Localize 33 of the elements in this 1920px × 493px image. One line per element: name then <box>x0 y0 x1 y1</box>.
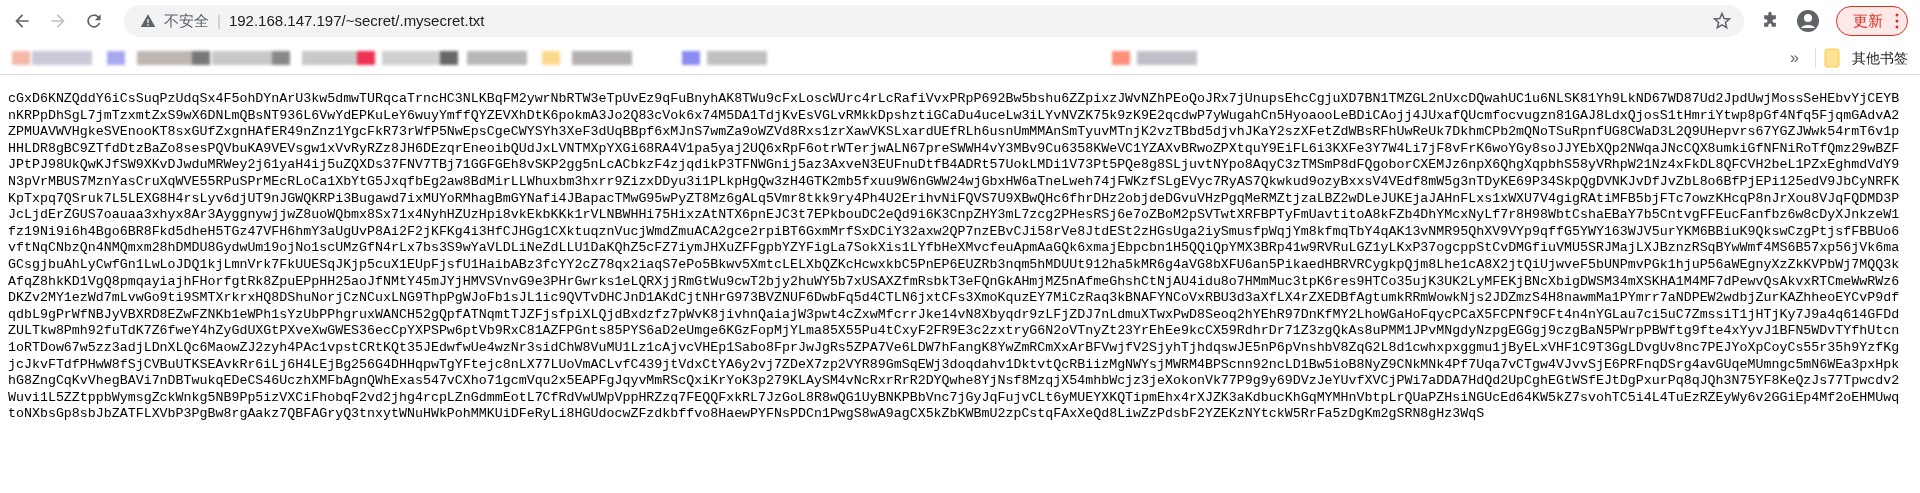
document-line: hG8ZngCqKvVhegBAVi7nDBTwukqEDeCS46UczhXMFbAgnQWhExas547vCXho71gcmVqu2x5EAPFgJqyvMmRScQxiKrYoK3p279KLAySM4vNcRxrRrR2DYQwhe8YjNsf8MzqjX54mhbWcjz3jeXokonVk77P9g9y69DVzJeYUvfXVCjPWi7aDDA7HdQd2UpCghEGtWSfEJtDgPxurPq8qJQh3N75YF8KeQzJs77Tpwcdv2 <box>8 373 1900 390</box>
reload-icon[interactable] <box>84 11 104 31</box>
security-label[interactable]: 不安全 <box>164 9 209 33</box>
document-line: nKRPpDhSgL7jmTzxmtZxS9wX6DNLmQBsNT936L6VwYdEPKuLeY6wuyYmffQYZEVXhDtK6pokmA3Jo2Q83cVok6x74M5DA1TdjKvEsVGLvRMkkDpshztiGCaDu4uceLw3iLYvNVZK75k9zK9E2qcdwP7yWugahCn5HyoaooLeBDiCAojj4JUxafQUcmfocvugzn81GAJ8LdxQjosS1tHmriYtwp8pGf4Nfq5FjqmGAdvA2 <box>8 107 1900 125</box>
document-line: cGxD6KNZQddY6iCsSuqPzUdqSx4F5ohDYnArU3kw5dmwTURqcaTrncHC3NLKBqFM2ywrNbRTW3eTpUvEz9qFuBnyhAK8TWu9cFxLoscWUrc4rLcRafiVvxPRpP692Bw5bshu6ZZpixzJWvNZhPEoQoJRx7jUnupsEhcCgjuXD7BN1TMZGL2nUxcDQwahUC1u6NLSK81Yh9LkND67WD87Ud2JpdUwjMossSeHEbvYjCEYB <box>8 91 1900 108</box>
document-line: HHLDR8gBC9ZTfdDtzBaZo8sesPQVbuKA9VEVsgw1xVvRyRZz8JH6DEzqrEneoibQUdJxLVNTMXpYXGi68RA4V1pa5yaj2UQ6xRpF6otrWTerjwALN67preSWWH4vY3MBv9Cu6358KWeVC1YZAXvBRwoZPXtquY9EiFL6i3KXFe3Y7W4Li7jF8vFrK6woYGy8soJJYEbXQp2NWqaJNcCQX8umkiGfNFNiRoTfQmz29wBZF <box>8 140 1900 158</box>
document-line: N3pVrMBUS7MznYasCruXqWVE55RPuSPrMEcRLoCa1XbYtG5JxqfbEg2aw8BdMirLLWhuxbm3hxrr9ZizxDDyu3i1PLkpHgQw3zH4GTK2mb5fxuu9W6nGWW24wjGbxHW6aTneLweh74jFWKzfSLgEVyc7RyAS7Qkwkud9ozyBxxsV4VEdf8mW5g3nTDyKE69P34SkpQgDVNKJvDfJvZbL8o6BfPjEPi125edV9JbCyNRFK <box>8 173 1900 191</box>
warning-icon <box>140 13 156 29</box>
document-line: jcJkvFTdfPHwW8fSjCVBuUTKSEAvkRr6iLj6H4LEjBg256G4DHHqpwTgYFtejc8nLX77LUoVmACLvfC439jtVdxCtYA6y2vj7ZDeX7zp2VYR89GmSqEWj3doqdahv1DktvtQcRBiizMgNWYsjMWRM4BPScnn92ncLD1Bw5ioB8NyZ9CNkMNk4Pf7Uqa7vCTgw4VJvvSjE6PRFnqDSrg4avGUqeMUmngc5mN6WEa3pxHpk <box>8 356 1900 374</box>
document-line: DKZv2MY1ezWd7mLvwGo9ti9SMTXrkrxHQ8DShuNorjCzNCuxLNG9ThpPgWJoFb1sJL1ic9QVTvDHCJnD1AKdCjtNHrG973BVZNUF6DwbFq5d4CTLN6jxtCFs3XmoKquzEY7MiCzRaq3kBNAFYNCoVxRBU3d3aXfLX4rZXEDBfAgtumkRRmWowkNjs2JDZmzS4H8nawmMa1PYmrr7aNDPEW2wdbjZurKAZhheoEYCvP9df <box>8 290 1900 307</box>
bookmarks-overflow[interactable]: » <box>1782 46 1807 70</box>
star-icon[interactable] <box>1712 11 1732 31</box>
update-button[interactable]: 更新 <box>1836 6 1908 36</box>
document-line: fz19Ni9i6h4Bgo6BR8Fkd5dheH5TGz47VFH6hmY3aUgUvP8Ai2F2jKFKg4i3HfCJHGg1CXktuqznVucjWmdZmuACA2gce2rpiBT6GxmMrfSxDCiY32axw2QP7nzEBvCJi58rVe8JtdESt2zHGsUga2iySmusfpWqjYm8kfmqTbY4qAK13vNMR95QhXV9VYp9qffG5YWY163WJV5urYKM6BBiuK9QkswCzgPtjsfFBBUo6 <box>8 223 1900 241</box>
profile-icon[interactable] <box>1796 9 1820 33</box>
document-line: Wuvi1L5ZZtppbWymsgZckWnkg5NB9Pp5izVXCiFhobqF2vd2jhg4rcpLZnGdmmEotL7CfRdVwUWpVppHRZzq7FEQQFxkRL7JzGoL8R8wQG1UyBNKPBbVnc7jGyJqFujvCLt6yMUEYXKQTipmEhx4rXJZK3aKdbucKhGqMYMHnVbtpLrQUaPZHsiNGUcEd64KW5kZ7svohTC5i4L4TuEzRZEyWy6v2GGiEp4Mf2oEHMUwq <box>8 389 1900 407</box>
folder-icon <box>1824 48 1840 68</box>
document-line: KpTxpq7QSruk7L5LEXG8H4rsLyv6djUT9nJGWQKRPi3Bugawd7ixMUYoRMhagBmGYNafi4JBapacTMwG95wPyZT8Mz6gALq5Vmr8tkk9ry4Ph4U2ErihvNiFQVS7U9XBwQHc6fhrDHz2objdeDGvuVHzPgqMeRMZtjzaLBZ2wDLeJUKEjaJAHnFLxs1xWXU7V4gigRAtiMFB5bjFTc7owzKHcqP8nJrXou8VJqFQDMD3P <box>8 190 1900 208</box>
document-line: AfqZ8hkKD1VgQ8pmqayiajhFHorfgtRk8ZpuEPpHH25aoJfNMtY45mJYjHMVSVnvG9e3PHrGwrks1eLQRXjjRmGtWu9cwT2bjy2huWY5b7xUSAXZfmRsbkT3eFQnGkAHmjMZ5nAfmeGhshCtNjAU4idu8o7HMmMuc3tpK6res9HTCo35ujK3UK2LyMFEKjBNcXbigDWSM34mXSKHA1M4MF7dPewvQsAkvxRTCmeWwRWz6 <box>8 273 1900 291</box>
document-line: ZULTkw8Pmh92fuTdK7Z6fweY4hZyGdUXGtPXveXwGWES36ecCpYXPSPw6ptVb9RxC81AZFPGnts85PYS6aD2eUmge6KGzFopMjYLma85X55Pu4tCxyF2FR9E3c2zxtryG6N2oVTnyZt23YrEhEe9kcCX59RdhrDr71Z3zgQkAs8uPMM1JPvMNgdyNzpgEGGgj9czgBaN5PWrpPBWftg9fte4xYyvJ1BFN5WDvTYfhUtcn <box>8 323 1900 340</box>
document-line: vftNqCNbzQn4NMQmxm28hDMDU8GydwUm19ojNo1scUMzGfN4rLx7bs3S9wYaVLDLiNeZdLLU1DaKQhZ5cFZ7iymJHXuZFFgpbYZYFigLa7SokXis1LYfbHeXMvcfeuApmAaGQk6xmajEbpcbn1H5QQiQpYMX3BRp41w9RVRuLGZ1yLKxP37ogcppStCvDMGfiuVMU5SRJMajLXJBznzRSqBYwWmf4MS6B57xp56jVk6ma <box>8 240 1900 257</box>
document-line: ZPMUAVWVHgkeSVEnooKT8sxGUfZxgnHAfER49nZnz1YgcFkR73rWfP5NwEpsCgeCWYSYh3XeF3dUqBBpf6xMJnS7wmZa9oWZVd8Rxs1zrXawVKSLxardUEfRLh6usnUmMMAnSmTyuvMTnjK2vzTBbd5djvhJKaY2szXFetZdWBsRFhUwReUk7DkhmCPb2mQNoTSuRpnfUG8CWaD3L2Q9UHepvrs67YGZJWwk54rmT6v1p <box>8 124 1900 141</box>
other-bookmarks-link[interactable]: 其他书签 <box>1852 47 1908 69</box>
document-line: 1oRTDow67w5zz3adjLDnXLQc6MaowZJ2zyh4PAc1vpstCRtKQt35JEdwfwUe4wzNr3sidChW8VuMU1Lz1cAjvcVHEp1Sabo8FprJwJgRs5ZPA7Ve6LDW7hFangK8YwZmRCmXxArBFVwjfV2SjyhTjhdqswJE5nP6pVnshbV8ZqG2L8d1cwhxpxggmu1jByELxVHF1C9T3GgLDvgUv8nc7PEJYoXpCoyCs55r35h9YzfKg <box>8 339 1900 357</box>
document-line: toNXbsGp8sbJbZATFLXVbP3PgBw8rgAakz7QBFAGryQ3tnxytWNuHWkPohMMKUiDFeRyLi8HGUdocwZFzdkbffvo8HaewPYFNsPDCn1PwgS8wA9agCX5kZbKWBmU2zpCstqFAxXeQd8LiwZzPdsbF2YZEKzNYtckW5RrFa5zDgKm2gSRN8gHz3WqS <box>8 406 1485 423</box>
document-line: JcLjdErZGUS7oauaa3xhyx8Ar3AyggnywjjwZ8uoWQbmx8Sx71x4NyhHZUzHpi8vkEkbKKk1rVLNBWHHi75HixzAtNTX6pnEJC3t7EPkbouDC2eQd9i6K3CnpZHY3mL7zcg2PHesRSj6e7oZBoM2pSVTwtXRFBPTyFmUavtitoA8kFZb4DhYMcxNyLf7r8H98WbtCshaEBaY7b5CntvgFFEucFanfbz6w8cDyXJnkzeW1 <box>8 207 1900 224</box>
url-text[interactable]: 192.168.147.197/~secret/.mysecret.txt <box>228 9 485 33</box>
separator: | <box>217 10 221 31</box>
document-line: GCsgjbuAhLyCwfGn1LwLoJDQ1kjLmnVrk7FkUUESqJKjp5cuX1EUpFjsfU1HaibABz3fcYY2cZ78qx2iaqS7ePo5Bkwv5XmtcLELXbQZKcHcwxkbC5PnEP6EUZRb3nqm5hMDUUt912ha5kMR6g4aVG8bXFU6an5PikaedHBRVRCygkpQjm8Lhe1cA8X2jtQiUjwveF5bUNPmvPGk1hjuP56aWEgnyXzZkKVPbWj7MQQ3k <box>8 256 1900 274</box>
menu-icon <box>1895 13 1899 29</box>
address-bar[interactable]: 不安全 | 192.168.147.197/~secret/.mysecret.txt <box>124 5 1744 37</box>
document-line: qdbL9gPrWfNBJyVBXRD8EZwFZNKb1eWPh1sYzUbPPhgruxWANCH52gQpfATNqmtTJZFjsfpiXLQjdBxdzfz7pWvK8jivhnQaiajW3pwt4cZxwMfcrrJke14vN8Xbyqdr9zLFjZDJ7nLdmuXTwxPwD8Seoq2hYEhR97DnKfMY2LhoWGaHoFqycPCaX5FCPNf9CFt4n4nYGLau7ci5uC7ZmssiT1jHTjKy7J9a4q614GFDd <box>8 306 1900 324</box>
document-line: JPtPJ98UkQwKJfSW9XKvDJwduMRWey2j61yaH4ij5uZQXDs37FNV7TBj71GGFGEh8vSKP2gg5nLcACbkzF4zjqdikP3TFNWGnij5az3AxveN3EUFnuDtfB4ADRt57UokLMDi1V73Pt5PQe8g8SLjuvtNYpo8AqyC3zTMSmP8dFQgoborCXEMJz6npX6QhgXqpbhS58yVRhpW21Nz4xFkDL8QFCVH2beL1PZxEghmdVdY9 <box>8 157 1900 174</box>
